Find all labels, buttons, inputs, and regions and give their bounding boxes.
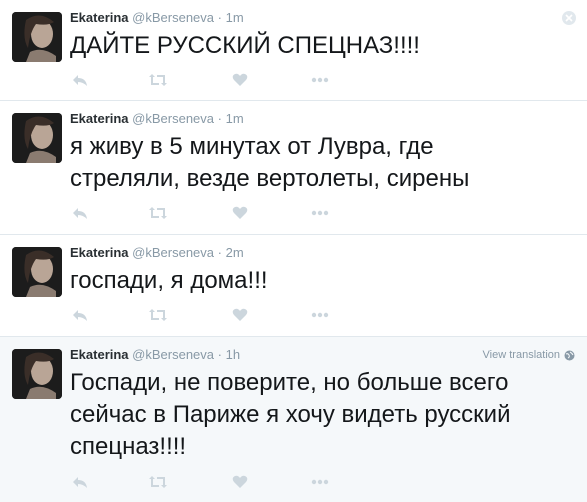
retweet-icon <box>149 74 167 86</box>
retweet-icon <box>149 309 167 321</box>
reply-icon <box>73 477 87 488</box>
author-name[interactable]: Ekaterina <box>70 347 129 362</box>
author-handle[interactable]: @kBerseneva <box>132 245 214 260</box>
heart-icon <box>232 475 248 488</box>
close-icon[interactable] <box>561 10 577 26</box>
tweet[interactable]: Ekaterina @kBerseneva · 1h View translat… <box>0 337 587 502</box>
retweet-button[interactable] <box>148 474 168 490</box>
heart-icon <box>232 206 248 219</box>
tweet-header: Ekaterina @kBerseneva · 1h <box>70 347 240 362</box>
tweet-header: Ekaterina @kBerseneva · 2m <box>70 245 244 260</box>
separator: · <box>217 10 222 25</box>
reply-button[interactable] <box>70 474 90 490</box>
tweet[interactable]: Ekaterina @kBerseneva · 1m я живу в 5 ми… <box>0 101 587 235</box>
like-button[interactable] <box>230 474 250 490</box>
separator: · <box>217 111 222 126</box>
author-name[interactable]: Ekaterina <box>70 245 129 260</box>
separator: · <box>217 245 222 260</box>
avatar[interactable] <box>12 113 62 163</box>
author-name[interactable]: Ekaterina <box>70 111 129 126</box>
reply-button[interactable] <box>70 205 90 221</box>
author-name[interactable]: Ekaterina <box>70 10 129 25</box>
view-translation-link[interactable]: View translation <box>483 349 575 361</box>
more-icon <box>311 479 329 485</box>
avatar[interactable] <box>12 12 62 62</box>
tweet[interactable]: Ekaterina @kBerseneva · 2m госпади, я до… <box>0 235 587 337</box>
reply-button[interactable] <box>70 72 90 88</box>
globe-icon <box>564 350 575 360</box>
retweet-button[interactable] <box>148 72 168 88</box>
tweet[interactable]: Ekaterina @kBerseneva · 1m ДАЙТЕ РУССКИЙ… <box>0 0 587 101</box>
author-handle[interactable]: @kBerseneva <box>132 347 214 362</box>
timestamp[interactable]: 1m <box>226 10 244 25</box>
more-icon <box>311 312 329 318</box>
tweet-text: госпади, я дома!!! <box>70 267 268 294</box>
timestamp[interactable]: 1m <box>226 111 244 126</box>
reply-icon <box>73 310 87 321</box>
more-button[interactable] <box>310 474 330 490</box>
like-button[interactable] <box>230 307 250 323</box>
tweet-header: Ekaterina @kBerseneva · 1m <box>70 10 244 25</box>
like-button[interactable] <box>230 205 250 221</box>
retweet-button[interactable] <box>148 307 168 323</box>
view-translation-label: View translation <box>482 349 560 361</box>
tweet-text: я живу в 5 минутах от Лувра, где стрелял… <box>70 133 470 192</box>
reply-button[interactable] <box>70 307 90 323</box>
tweet-text: Госпади, не поверите, но больше всего се… <box>70 369 511 460</box>
more-button[interactable] <box>310 205 330 221</box>
avatar[interactable] <box>12 247 62 297</box>
more-icon <box>311 77 329 83</box>
separator: · <box>217 347 222 362</box>
timestamp[interactable]: 2m <box>226 245 244 260</box>
heart-icon <box>232 308 248 321</box>
retweet-icon <box>149 476 167 488</box>
more-button[interactable] <box>310 72 330 88</box>
reply-icon <box>73 208 87 219</box>
tweet-text: ДАЙТЕ РУССКИЙ СПЕЦНАЗ!!!! <box>70 32 420 59</box>
retweet-button[interactable] <box>148 205 168 221</box>
tweet-header: Ekaterina @kBerseneva · 1m <box>70 111 244 126</box>
more-icon <box>311 210 329 216</box>
timestamp[interactable]: 1h <box>226 347 240 362</box>
avatar[interactable] <box>12 349 62 399</box>
more-button[interactable] <box>310 307 330 323</box>
heart-icon <box>232 73 248 86</box>
like-button[interactable] <box>230 72 250 88</box>
retweet-icon <box>149 207 167 219</box>
author-handle[interactable]: @kBerseneva <box>132 111 214 126</box>
reply-icon <box>73 75 87 86</box>
author-handle[interactable]: @kBerseneva <box>132 10 214 25</box>
